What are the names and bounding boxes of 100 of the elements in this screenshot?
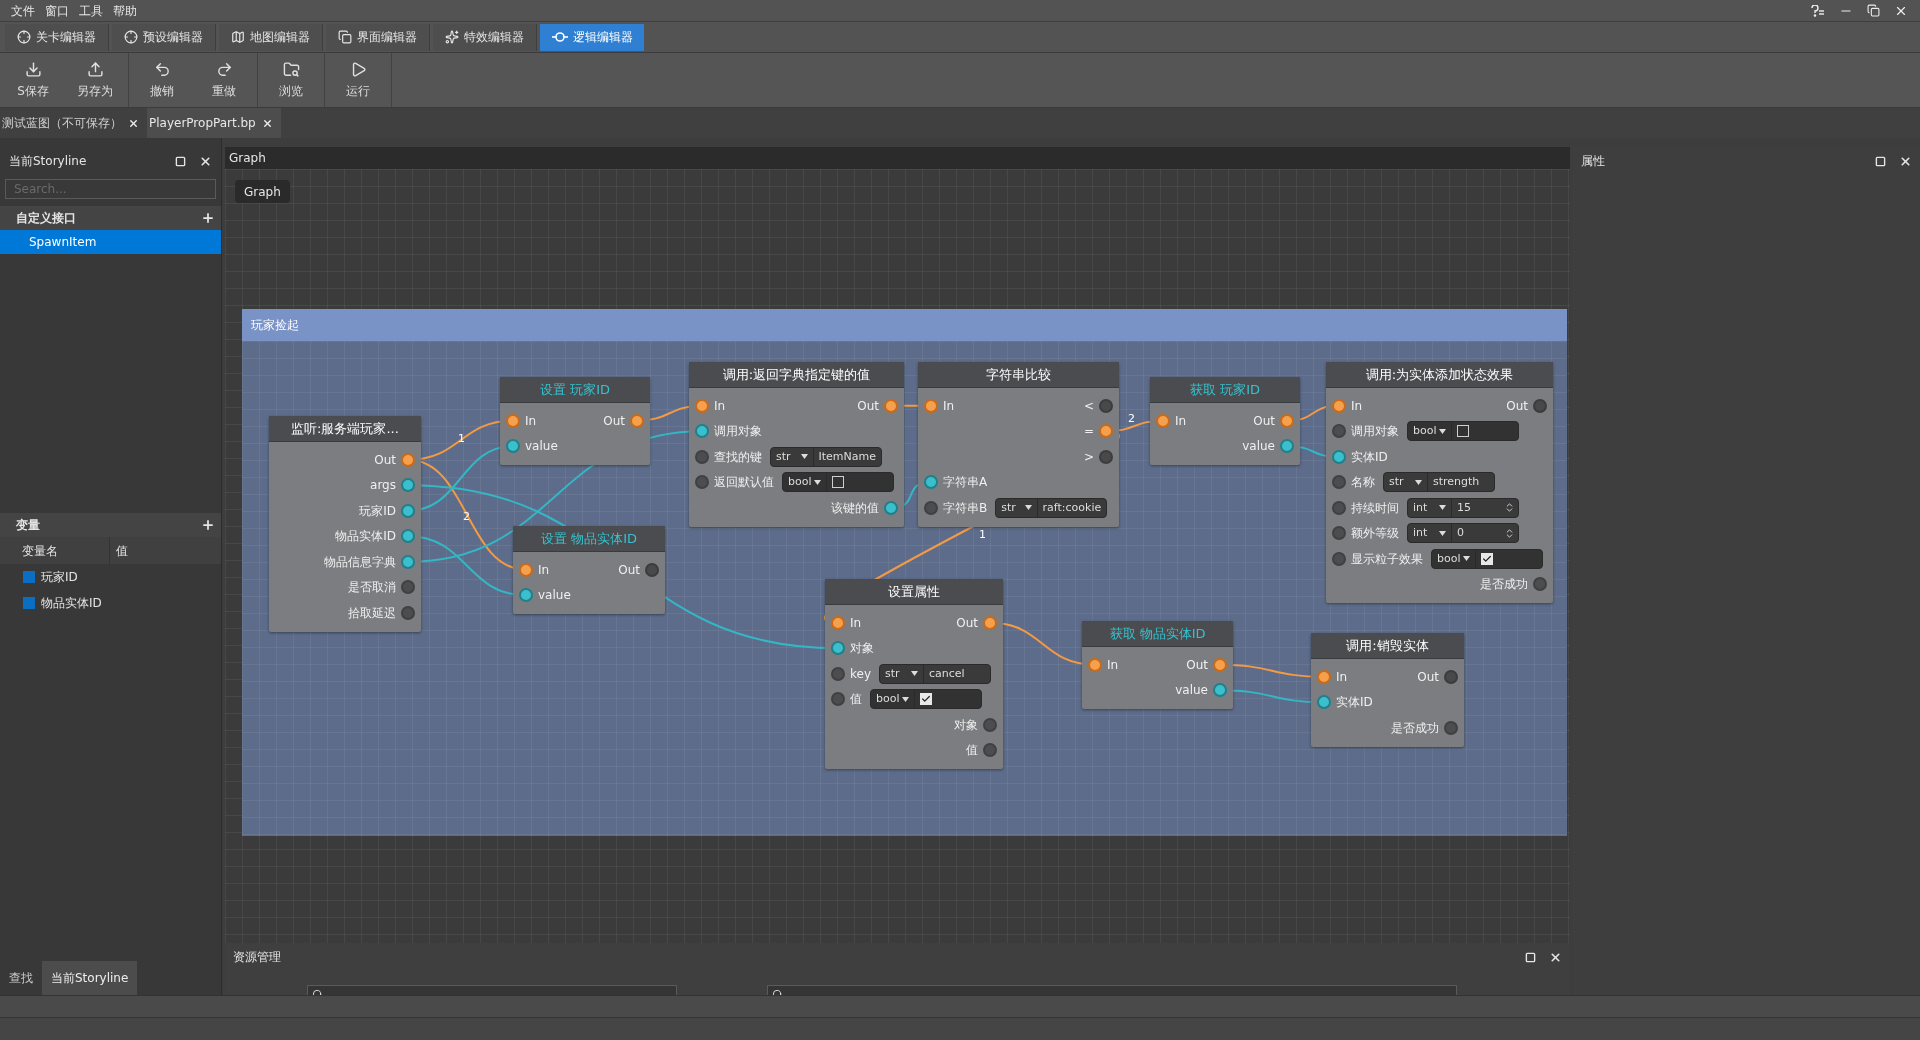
- pin[interactable]: [1332, 398, 1346, 413]
- pin[interactable]: [983, 717, 997, 732]
- pin[interactable]: [695, 424, 709, 439]
- pin[interactable]: [1332, 551, 1346, 566]
- variable-name[interactable]: 物品实体ID: [41, 594, 102, 612]
- type-dropdown[interactable]: int: [1408, 524, 1452, 543]
- toolbar-button[interactable]: 撤销: [131, 53, 193, 107]
- number-field[interactable]: 15: [1452, 499, 1476, 516]
- pin[interactable]: [519, 562, 533, 577]
- pin[interactable]: [401, 554, 415, 569]
- type-dropdown[interactable]: bool: [783, 473, 827, 492]
- pin[interactable]: [1332, 526, 1346, 541]
- pin[interactable]: [1156, 413, 1170, 428]
- type-dropdown[interactable]: str: [996, 498, 1038, 517]
- value-field[interactable]: raft:cookie: [1037, 499, 1107, 516]
- help-icon[interactable]: [1811, 4, 1825, 17]
- editor-tab[interactable]: 预设编辑器: [112, 23, 216, 51]
- pin[interactable]: [1099, 449, 1113, 464]
- value-field[interactable]: ItemName: [813, 448, 881, 465]
- pin[interactable]: [1213, 683, 1227, 698]
- pin[interactable]: [983, 615, 997, 630]
- type-dropdown[interactable]: str: [880, 664, 924, 683]
- pin[interactable]: [1444, 720, 1458, 735]
- graph-node[interactable]: 字符串比较 In < = > 字符串A 字符串B str raft:cookie: [918, 362, 1119, 527]
- graph-node[interactable]: 调用:为实体添加状态效果 In Out 调用对象 bool 实体ID 名称 str strength 持续时间 int 15 额外等级 int 0 显示粒子效果 bool 是否成功: [1326, 362, 1553, 603]
- pin[interactable]: [695, 475, 709, 490]
- pin[interactable]: [401, 529, 415, 544]
- pin[interactable]: [1533, 577, 1547, 592]
- pin[interactable]: [1332, 475, 1346, 490]
- menu-item[interactable]: 工具: [74, 1, 108, 20]
- pin[interactable]: [884, 500, 898, 515]
- close-icon[interactable]: [261, 117, 273, 129]
- pin[interactable]: [506, 413, 520, 428]
- pin[interactable]: [1317, 695, 1331, 710]
- interface-item[interactable]: SpawnItem: [0, 230, 221, 254]
- pin[interactable]: [831, 692, 845, 707]
- close-icon[interactable]: [1899, 154, 1912, 168]
- pin[interactable]: [630, 413, 644, 428]
- editor-tab[interactable]: 关卡编辑器: [5, 23, 109, 51]
- pin[interactable]: [695, 449, 709, 464]
- graph-node[interactable]: 获取 玩家ID In Out value: [1150, 377, 1300, 465]
- breadcrumb[interactable]: Graph: [235, 180, 290, 203]
- graph-node[interactable]: 监听:服务端玩家... Out args 玩家ID 物品实体ID 物品信息字典 是否取消 拾取延迟: [269, 416, 421, 632]
- toolbar-button[interactable]: 另存为: [64, 53, 126, 107]
- pin[interactable]: [401, 605, 415, 620]
- type-dropdown[interactable]: bool: [1432, 549, 1476, 568]
- checkbox[interactable]: [1481, 552, 1493, 565]
- checkbox[interactable]: [1457, 425, 1469, 438]
- spinner-arrows-icon[interactable]: [1504, 527, 1515, 539]
- graph-node[interactable]: 调用:销毁实体 In Out 实体ID 是否成功: [1311, 633, 1464, 747]
- pin[interactable]: [1317, 669, 1331, 684]
- menu-item[interactable]: 帮助: [108, 1, 142, 20]
- checkbox[interactable]: [832, 476, 844, 489]
- value-field[interactable]: cancel: [924, 665, 970, 682]
- graph-node[interactable]: 调用:返回字典指定键的值 In Out 调用对象 查找的键 str ItemName 返回默认值 bool 该键的值: [689, 362, 904, 527]
- toolbar-button[interactable]: 浏览: [260, 53, 322, 107]
- graph-node[interactable]: 设置属性 In Out 对象 key str cancel 值 bool 对象 值: [825, 579, 1003, 769]
- menu-item[interactable]: 文件: [6, 1, 40, 20]
- type-dropdown[interactable]: bool: [1408, 422, 1452, 441]
- close-icon[interactable]: [199, 154, 212, 168]
- panel-tab[interactable]: 查找: [0, 961, 42, 995]
- pin[interactable]: [1099, 424, 1113, 439]
- pin[interactable]: [831, 615, 845, 630]
- pin[interactable]: [401, 580, 415, 595]
- close-icon[interactable]: [128, 117, 139, 129]
- graph-node[interactable]: 设置 物品实体ID In Out value: [513, 526, 665, 614]
- pin[interactable]: [1533, 398, 1547, 413]
- graph-node[interactable]: 设置 玩家ID In Out value: [500, 377, 650, 465]
- pin[interactable]: [884, 398, 898, 413]
- editor-tab[interactable]: 界面编辑器: [326, 23, 430, 51]
- pin[interactable]: [1088, 657, 1102, 672]
- add-icon[interactable]: [201, 211, 215, 225]
- number-field[interactable]: 0: [1452, 525, 1469, 542]
- type-dropdown[interactable]: bool: [871, 690, 915, 709]
- pin[interactable]: [645, 562, 659, 577]
- pin[interactable]: [831, 641, 845, 656]
- maximize-icon[interactable]: [175, 155, 186, 167]
- pin[interactable]: [924, 475, 938, 490]
- pin[interactable]: [1099, 398, 1113, 413]
- toolbar-button[interactable]: S保存: [2, 53, 64, 107]
- editor-tab[interactable]: 逻辑编辑器: [540, 23, 644, 51]
- document-tab[interactable]: PlayerPropPart.bp: [147, 108, 281, 138]
- close-icon[interactable]: [1549, 950, 1562, 964]
- panel-tab[interactable]: 当前Storyline: [42, 961, 138, 995]
- pin[interactable]: [506, 439, 520, 454]
- value-field[interactable]: strength: [1428, 474, 1485, 491]
- pin[interactable]: [1280, 413, 1294, 428]
- editor-tab[interactable]: 地图编辑器: [219, 23, 323, 51]
- maximize-icon[interactable]: [1525, 951, 1536, 963]
- pin[interactable]: [983, 743, 997, 758]
- variable-name[interactable]: 玩家ID: [41, 568, 78, 586]
- pin[interactable]: [924, 398, 938, 413]
- pin[interactable]: [1332, 500, 1346, 515]
- pin[interactable]: [1332, 449, 1346, 464]
- editor-tab[interactable]: 特效编辑器: [433, 23, 537, 51]
- spinner-arrows-icon[interactable]: [1504, 502, 1515, 514]
- pin[interactable]: [519, 588, 533, 603]
- maximize-icon[interactable]: [1875, 155, 1886, 167]
- toolbar-button[interactable]: 重做: [193, 53, 255, 107]
- type-dropdown[interactable]: str: [771, 447, 814, 466]
